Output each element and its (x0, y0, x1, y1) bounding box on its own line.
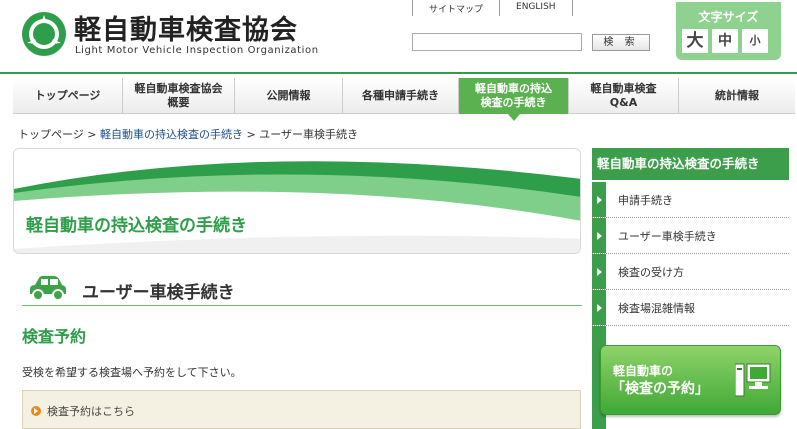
sitemap-link[interactable]: サイトマップ (412, 0, 499, 16)
breadcrumb-home[interactable]: トップページ (18, 128, 84, 141)
nav-item-label: 軽自動車検査 Q&A (590, 82, 657, 109)
site-header: 軽自動車検査協会 Light Motor Vehicle Inspection … (0, 0, 797, 72)
reservation-link[interactable]: 検査予約はこちら (31, 403, 135, 419)
sidebar-item-how-to-inspect[interactable]: 検査の受け方 (592, 254, 789, 290)
sub-title: 検査予約 (22, 327, 87, 346)
search-button[interactable]: 検 索 (592, 34, 650, 51)
font-size-title: 文字サイズ (698, 10, 759, 24)
computer-icon (735, 363, 771, 397)
font-size-panel: 文字サイズ 大 中 小 (676, 2, 781, 60)
nav-item-label: 軽自動車の持込 検査の手続き (475, 82, 552, 109)
english-link[interactable]: ENGLISH (499, 0, 573, 16)
nav-item-top[interactable]: トップページ (13, 78, 123, 114)
search-input[interactable] (412, 33, 582, 51)
section-header: ユーザー車検手続き (22, 272, 582, 306)
header-divider (0, 72, 797, 74)
breadcrumb: トップページ > 軽自動車の持込検査の手続き > ユーザー車検手続き (18, 126, 358, 142)
arrow-right-icon (592, 218, 606, 253)
reservation-banner-line1: 軽自動車の (613, 364, 674, 378)
car-icon (30, 276, 66, 301)
breadcrumb-parent[interactable]: 軽自動車の持込検査の手続き (100, 128, 243, 141)
logo-icon[interactable] (20, 10, 68, 58)
sidebar-item-congestion[interactable]: 検査場混雑情報 (592, 290, 789, 326)
nav-item-label: 軽自動車検査協会 概要 (134, 82, 223, 109)
nav-item-qa[interactable]: 軽自動車検査 Q&A (569, 78, 679, 114)
global-nav: トップページ 軽自動車検査協会 概要 公開情報 各種申請手続き 軽自動車の持込 … (13, 78, 795, 121)
breadcrumb-current: ユーザー車検手続き (259, 128, 358, 141)
font-size-medium-button[interactable]: 中 (712, 29, 738, 53)
reservation-link-label: 検査予約はこちら (47, 405, 135, 418)
nav-item-label: トップページ (34, 89, 101, 102)
arrow-bullet-icon (31, 406, 41, 416)
font-size-large-button[interactable]: 大 (682, 29, 708, 53)
reservation-banner[interactable]: 軽自動車の 「検査の予約」 (600, 345, 781, 415)
reservation-box: 検査予約はこちら (22, 390, 581, 429)
reservation-banner-line2: 「検査の予約」 (611, 381, 709, 397)
sidebar-item-label: 検査場混雑情報 (618, 301, 695, 315)
banner-swoosh (14, 161, 580, 253)
sidebar-menu: 申請手続き ユーザー車検手続き 検査の受け方 検査場混雑情報 (592, 182, 789, 326)
sidebar-item-label: ユーザー車検手続き (618, 229, 717, 243)
arrow-right-icon (592, 254, 606, 289)
breadcrumb-separator: > (87, 128, 97, 141)
sidebar-heading[interactable]: 軽自動車の持込検査の手続き (592, 148, 789, 180)
nav-item-inspection[interactable]: 軽自動車の持込 検査の手続き (459, 78, 569, 121)
sidebar-item-label: 検査の受け方 (618, 265, 684, 279)
sidebar-item-applications[interactable]: 申請手続き (592, 182, 789, 218)
nav-item-label: 各種申請手続き (362, 89, 439, 102)
breadcrumb-separator: > (246, 128, 256, 141)
sidebar-item-user-inspection[interactable]: ユーザー車検手続き (592, 218, 789, 254)
description-text: 受検を希望する検査場へ予約をして下さい。 (22, 366, 242, 379)
page-title: 軽自動車の持込検査の手続き (26, 216, 247, 236)
nav-item-applications[interactable]: 各種申請手続き (343, 78, 459, 114)
page-banner: 軽自動車の持込検査の手続き (13, 148, 581, 254)
font-size-small-button[interactable]: 小 (742, 29, 768, 53)
sidebar-item-label: 申請手続き (618, 193, 673, 207)
nav-item-statistics[interactable]: 統計情報 (679, 78, 795, 114)
section-title: ユーザー車検手続き (82, 283, 235, 303)
logo-title[interactable]: 軽自動車検査協会 (74, 8, 298, 47)
arrow-right-icon (592, 182, 606, 217)
nav-item-public-info[interactable]: 公開情報 (235, 78, 343, 114)
nav-item-about[interactable]: 軽自動車検査協会 概要 (123, 78, 235, 114)
top-links: サイトマップ ENGLISH (412, 0, 573, 16)
logo-subtitle: Light Motor Vehicle Inspection Organizat… (75, 45, 319, 56)
nav-item-label: 公開情報 (266, 89, 311, 102)
nav-item-label: 統計情報 (715, 89, 759, 102)
arrow-right-icon (592, 290, 606, 325)
